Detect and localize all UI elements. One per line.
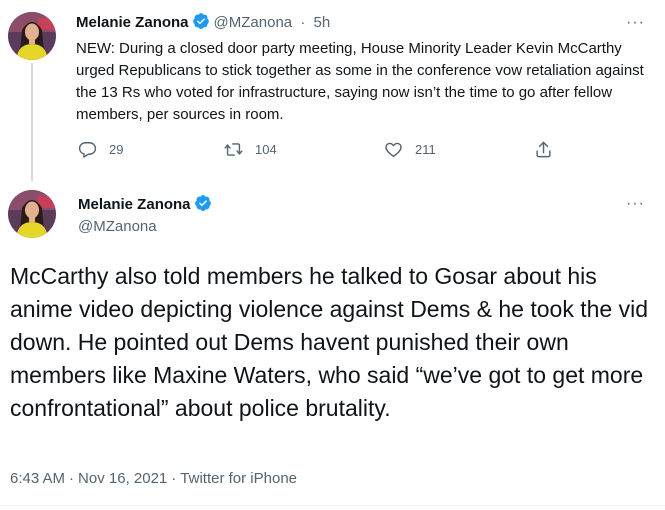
divider (0, 505, 665, 506)
reply-count: 29 (109, 142, 124, 157)
retweet-button[interactable]: 104 (224, 140, 277, 159)
verified-badge-icon (194, 195, 211, 211)
author-handle[interactable]: @MZanona (214, 14, 293, 31)
tweet-meta: 6:43 AM · Nov 16, 2021 · Twitter for iPhone (10, 469, 297, 489)
tweet-actions: 29 104 211 (76, 140, 556, 164)
like-count: 211 (415, 142, 436, 157)
reply-icon (78, 142, 97, 158)
thread-connector-line (31, 63, 33, 181)
like-button[interactable]: 211 (384, 140, 436, 159)
author-handle[interactable]: @MZanona (78, 217, 157, 237)
avatar[interactable] (8, 190, 56, 238)
more-icon[interactable]: ··· (626, 196, 645, 212)
verified-badge-icon (192, 13, 209, 29)
share-icon (536, 141, 551, 158)
share-button[interactable] (534, 140, 565, 159)
tweet-header: Melanie Zanona @MZanona · 5h (76, 12, 330, 33)
separator-dot: · (300, 14, 306, 31)
tweet-time[interactable]: 6:43 AM (10, 470, 65, 487)
tweet-time[interactable]: 5h (313, 14, 330, 31)
heart-icon (385, 142, 402, 157)
author-name[interactable]: Melanie Zanona (76, 14, 189, 31)
retweet-icon (224, 143, 243, 156)
avatar[interactable] (8, 12, 56, 60)
author-name[interactable]: Melanie Zanona (78, 196, 191, 213)
tweet-date[interactable]: Nov 16, 2021 (78, 470, 167, 487)
tweet-text: McCarthy also told members he talked to … (10, 263, 648, 421)
tweet-source[interactable]: Twitter for iPhone (180, 470, 297, 487)
separator-dot: · (171, 470, 177, 487)
more-icon[interactable]: ··· (626, 15, 645, 31)
retweet-count: 104 (255, 142, 277, 157)
author-name-row: Melanie Zanona (78, 194, 212, 215)
separator-dot: · (69, 470, 75, 487)
tweet-text: NEW: During a closed door party meeting,… (76, 40, 644, 123)
reply-button[interactable]: 29 (78, 140, 123, 159)
